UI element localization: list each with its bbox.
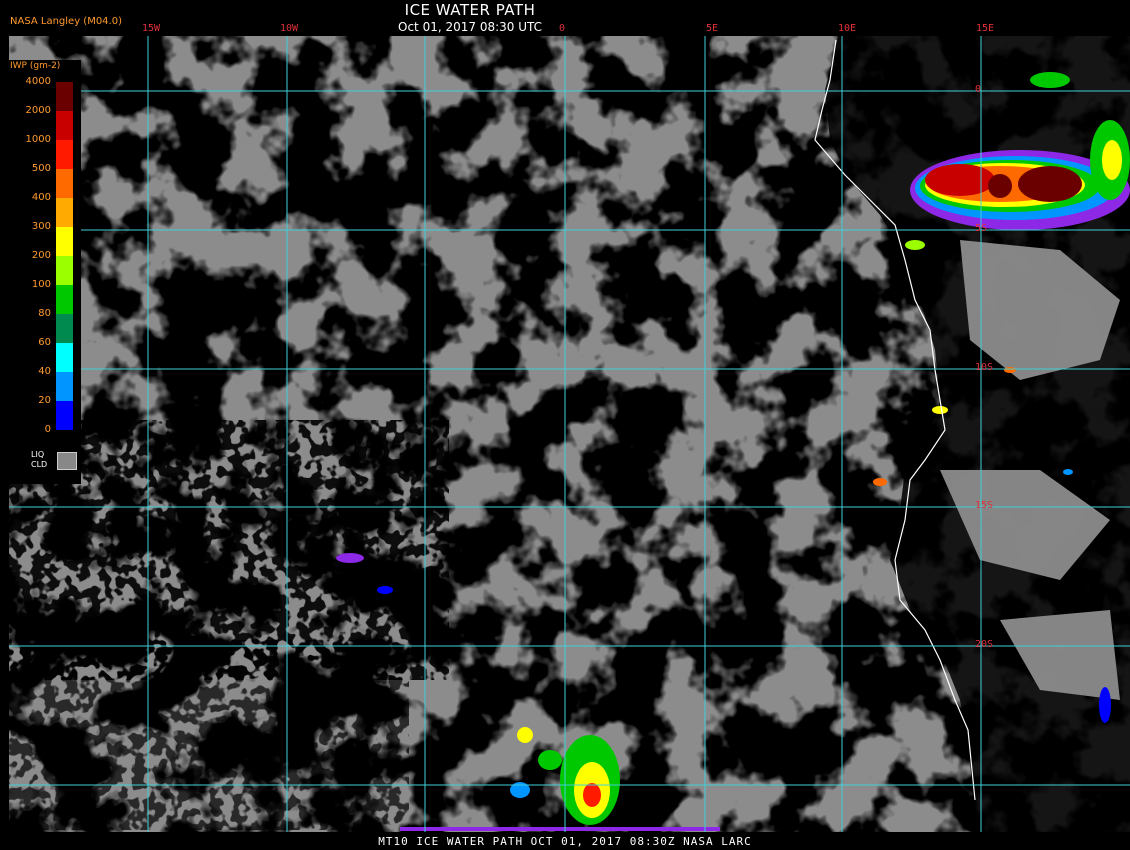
legend-label: 80	[38, 308, 51, 319]
legend-swatch	[56, 82, 73, 111]
ice-water-path-map	[0, 0, 1130, 850]
legend-swatch	[56, 285, 73, 314]
lat-label-20s: 20S	[975, 639, 994, 650]
legend-label: 100	[31, 279, 51, 290]
lon-label-15e: 15E	[976, 23, 995, 34]
legend-label: 200	[31, 250, 51, 261]
legend-label: 500	[31, 163, 51, 174]
legend-label: 1000	[25, 134, 51, 145]
legend-swatch	[56, 256, 73, 285]
lat-label-15s: 15S	[975, 500, 994, 511]
legend-swatch	[56, 198, 73, 227]
lon-label-10w: 10W	[280, 23, 299, 34]
legend-swatch	[56, 140, 73, 169]
lat-label-5s: 5S	[975, 223, 988, 234]
legend-swatch	[56, 401, 73, 430]
color-legend: IWP (gm-2) 4000 2000 1000 500 400 300 200 100 80…	[9, 60, 81, 484]
map-title: ICE WATER PATH	[404, 1, 536, 19]
legend-label: 40	[38, 366, 51, 377]
legend-label: 20	[38, 395, 51, 406]
legend-label: 4000	[25, 76, 51, 87]
legend-label: 400	[31, 192, 51, 203]
legend-label: 0	[44, 424, 51, 435]
agency-label: NASA Langley (M04.0)	[10, 16, 122, 27]
map-timestamp: Oct 01, 2017 08:30 UTC	[398, 20, 542, 34]
legend-swatch	[56, 343, 73, 372]
legend-swatch	[56, 111, 73, 140]
legend-title: IWP (gm-2)	[10, 61, 61, 71]
lat-label-10s: 10S	[975, 362, 994, 373]
lon-label-5e: 5E	[706, 23, 719, 34]
lat-label-0: 0	[975, 84, 982, 95]
lon-label-15w: 15W	[142, 23, 161, 34]
legend-swatch	[56, 227, 73, 256]
liq-cld-label: LIQ CLD	[31, 450, 48, 469]
legend-swatch	[56, 372, 73, 401]
legend-swatch	[56, 314, 73, 343]
legend-swatch	[56, 169, 73, 198]
liq-cld-swatch	[57, 452, 77, 470]
legend-label: 300	[31, 221, 51, 232]
legend-label: 60	[38, 337, 51, 348]
clear-sky-mask-speckle-south	[9, 640, 409, 830]
lon-label-10e: 10E	[838, 23, 857, 34]
lon-label-0: 0	[559, 23, 566, 34]
legend-label: 2000	[25, 105, 51, 116]
footer-caption: MT10 ICE WATER PATH OCT 01, 2017 08:30Z …	[378, 835, 752, 848]
